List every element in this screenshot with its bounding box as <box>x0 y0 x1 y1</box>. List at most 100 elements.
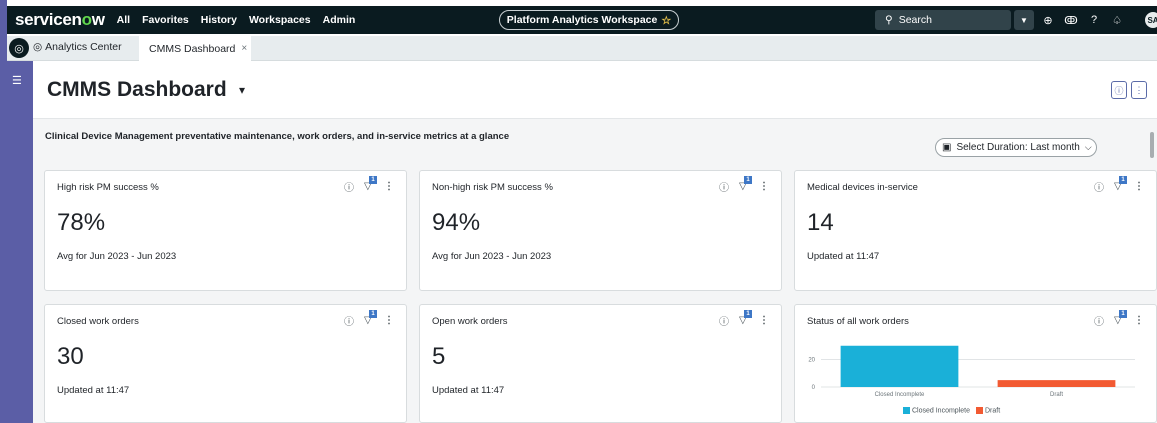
info-icon[interactable]: ⓘ <box>1094 179 1104 194</box>
filter-count-badge: 1 <box>369 310 377 318</box>
filter-count-badge: 1 <box>369 176 377 184</box>
filter-count-badge: 1 <box>744 310 752 318</box>
card-open-work-orders: Open work orders ⓘ ▽ 1 ⋮ 5 Updated at 11:… <box>419 304 782 423</box>
metric-value: 94% <box>432 209 481 236</box>
tab-bar: ◎ ◎ Analytics Center CMMS Dashboard × <box>7 36 1157 61</box>
more-icon[interactable]: ⋮ <box>384 181 394 192</box>
bar-draft[interactable] <box>997 380 1116 387</box>
workspace-icon[interactable]: ◎ <box>9 38 29 58</box>
search-icon: ⚲ <box>885 14 893 26</box>
bell-icon[interactable]: ♤ <box>1110 14 1124 27</box>
info-icon[interactable]: ⓘ <box>344 313 354 328</box>
metric-subtitle: Updated at 11:47 <box>432 385 505 396</box>
status-bar-chart: 0 20 Closed Incomplete Draft <box>808 345 1135 398</box>
metric-subtitle: Updated at 11:47 <box>807 251 880 262</box>
star-icon[interactable]: ☆ <box>661 14 671 27</box>
legend-item[interactable]: Closed Incomplete <box>903 407 970 414</box>
card-actions: ⓘ ▽ 1 ⋮ <box>344 310 394 328</box>
more-button[interactable]: ⋮ <box>1131 81 1147 99</box>
chevron-down-icon[interactable]: ▾ <box>239 83 245 97</box>
metric-value: 14 <box>807 209 834 236</box>
avatar[interactable]: SA <box>1145 12 1157 28</box>
bar-closed-incomplete[interactable] <box>840 345 959 387</box>
info-icon[interactable]: ⓘ <box>719 313 729 328</box>
scrollbar[interactable] <box>1150 132 1154 158</box>
card-actions: ⓘ ▽ 1 ⋮ <box>719 310 769 328</box>
more-icon[interactable]: ⋮ <box>1134 315 1144 326</box>
card-title: Medical devices in-service <box>807 182 918 193</box>
filter-icon[interactable]: ▽ 1 <box>739 310 752 326</box>
nav-favorites[interactable]: Favorites <box>142 14 189 26</box>
more-icon[interactable]: ⋮ <box>384 315 394 326</box>
filter-icon[interactable]: ▽ 1 <box>364 310 377 326</box>
filter-count-badge: 1 <box>1119 310 1127 318</box>
globe-icon[interactable]: ⊕ <box>1041 14 1055 27</box>
y-tick-label: 0 <box>812 385 816 391</box>
page-header: CMMS Dashboard ▾ ⓘ ⋮ <box>33 61 1157 119</box>
list-icon[interactable]: ☰ <box>12 74 22 87</box>
duration-select[interactable]: ▣ Select Duration: Last month ⌵ <box>935 138 1097 157</box>
help-icon[interactable]: ? <box>1087 14 1101 26</box>
dashboard-description: Clinical Device Management preventative … <box>45 131 510 142</box>
nav-history[interactable]: History <box>201 14 237 26</box>
more-icon[interactable]: ⋮ <box>759 315 769 326</box>
metric-value: 78% <box>57 209 106 236</box>
calendar-icon: ▣ <box>942 142 952 153</box>
nav-admin[interactable]: Admin <box>323 14 356 26</box>
y-tick-label: 20 <box>808 358 815 364</box>
nav-links: All Favorites History Workspaces Admin <box>117 14 368 26</box>
side-nav: ☰ <box>7 61 33 423</box>
workspace-pill[interactable]: Platform Analytics Workspace ☆ <box>499 10 679 30</box>
filter-icon[interactable]: ▽ 1 <box>739 176 752 192</box>
metric-subtitle: Avg for Jun 2023 - Jun 2023 <box>432 251 552 262</box>
card-devices-in-service: Medical devices in-service ⓘ ▽ 1 ⋮ 14 Upd… <box>794 170 1157 291</box>
tab-cmms-dashboard-label: CMMS Dashboard <box>149 42 236 55</box>
card-title: Closed work orders <box>57 316 139 327</box>
top-nav: servicenow All Favorites History Workspa… <box>7 6 1157 34</box>
card-actions: ⓘ ▽ 1 ⋮ <box>719 176 769 194</box>
card-actions: ⓘ ▽ 1 ⋮ <box>1094 176 1144 194</box>
tab-analytics-center[interactable]: ◎ Analytics Center <box>33 41 122 53</box>
metric-subtitle: Avg for Jun 2023 - Jun 2023 <box>57 251 177 262</box>
x-tick-label: Draft <box>1050 392 1063 398</box>
card-high-risk-pm: High risk PM success % ⓘ ▽ 1 ⋮ 78% Avg fo… <box>44 170 407 291</box>
chat-icon[interactable]: ↂ <box>1064 14 1078 27</box>
card-title: High risk PM success % <box>57 182 159 193</box>
legend-item[interactable]: Draft <box>975 407 1001 415</box>
duration-label: Select Duration: Last month <box>956 142 1080 153</box>
nav-all[interactable]: All <box>117 14 130 26</box>
nav-workspaces[interactable]: Workspaces <box>249 14 311 26</box>
card-title: Status of all work orders <box>807 316 909 327</box>
chevron-down-icon: ⌵ <box>1084 142 1092 152</box>
info-icon[interactable]: ⓘ <box>344 179 354 194</box>
card-non-high-risk-pm: Non-high risk PM success % ⓘ ▽ 1 ⋮ 94% Av… <box>419 170 782 291</box>
legend-label: Closed Incomplete <box>912 407 970 415</box>
nav-icon-group: ⊕ ↂ ? ♤ <box>1041 10 1124 30</box>
filter-count-badge: 1 <box>744 176 752 184</box>
filter-icon[interactable]: ▽ 1 <box>1114 310 1127 326</box>
card-actions: ⓘ ▽ 1 ⋮ <box>344 176 394 194</box>
info-icon[interactable]: ⓘ <box>1094 313 1104 328</box>
search-scope-dropdown[interactable]: ▼ <box>1014 10 1034 30</box>
close-icon[interactable]: × <box>241 43 247 54</box>
x-tick-label: Closed Incomplete <box>875 392 925 398</box>
chart-legend: Closed Incomplete Draft <box>903 407 1000 414</box>
search-input[interactable]: ⚲ Search <box>875 10 1011 30</box>
info-icon[interactable]: ⓘ <box>719 179 729 194</box>
filter-count-badge: 1 <box>1119 176 1127 184</box>
left-accent-strip <box>0 0 7 423</box>
card-closed-work-orders: Closed work orders ⓘ ▽ 1 ⋮ 30 Updated at … <box>44 304 407 423</box>
more-icon[interactable]: ⋮ <box>1134 181 1144 192</box>
legend-swatch <box>975 407 983 414</box>
legend-label: Draft <box>984 407 1001 415</box>
more-icon[interactable]: ⋮ <box>759 181 769 192</box>
search-placeholder: Search <box>898 14 932 26</box>
legend-swatch <box>903 407 910 414</box>
workspace-label: Platform Analytics Workspace <box>506 14 658 26</box>
tab-cmms-dashboard[interactable]: CMMS Dashboard × <box>139 36 251 61</box>
info-button[interactable]: ⓘ <box>1111 81 1127 99</box>
main-content: CMMS Dashboard ▾ ⓘ ⋮ Clinical Device Man… <box>33 61 1157 423</box>
filter-icon[interactable]: ▽ 1 <box>1114 176 1127 192</box>
filter-icon[interactable]: ▽ 1 <box>364 176 377 192</box>
servicenow-logo[interactable]: servicenow <box>15 10 105 30</box>
